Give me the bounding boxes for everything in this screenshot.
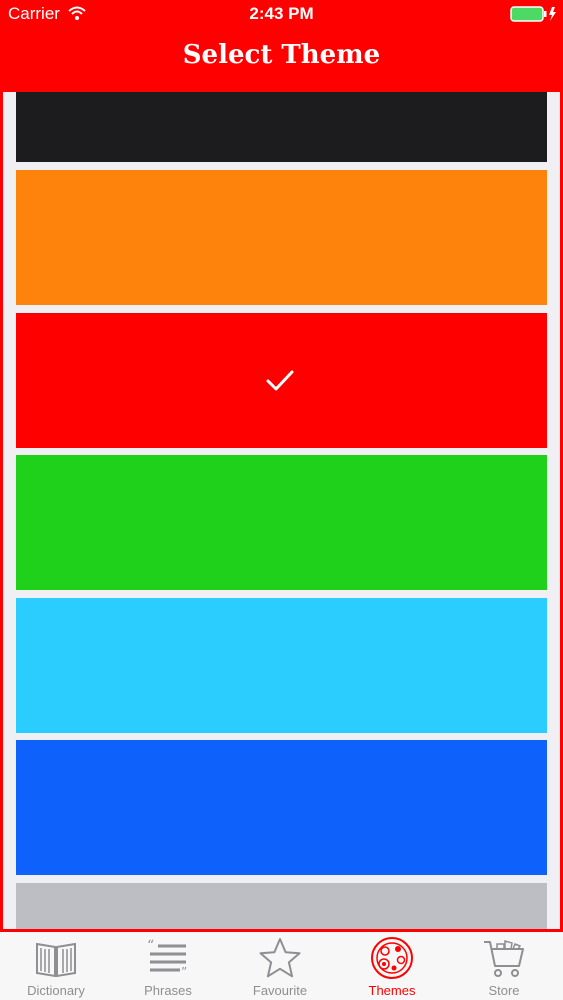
theme-swatch-gray[interactable] bbox=[16, 883, 547, 929]
theme-list[interactable] bbox=[0, 92, 563, 932]
theme-swatch-blue[interactable] bbox=[16, 740, 547, 875]
theme-swatch-green[interactable] bbox=[16, 455, 547, 590]
status-time: 2:43 PM bbox=[249, 4, 314, 23]
cart-icon bbox=[484, 940, 524, 977]
status-bar: Carrier 2:43 PM bbox=[0, 0, 563, 28]
tab-bar: Dictionary “ ” Phrases Favourite Themes bbox=[0, 932, 563, 1000]
book-icon bbox=[36, 942, 76, 978]
svg-text:”: ” bbox=[181, 965, 187, 979]
tab-label-dictionary: Dictionary bbox=[27, 983, 85, 998]
palette-icon bbox=[371, 937, 413, 979]
tab-phrases[interactable]: “ ” Phrases bbox=[112, 932, 224, 1000]
checkmark-icon bbox=[266, 370, 294, 391]
star-icon bbox=[259, 938, 301, 978]
battery-charging-icon bbox=[510, 6, 556, 22]
theme-swatch-black[interactable] bbox=[16, 92, 547, 162]
theme-swatch-red[interactable] bbox=[16, 313, 547, 448]
tab-favourite[interactable]: Favourite bbox=[224, 932, 336, 1000]
theme-swatch-light-blue[interactable] bbox=[16, 598, 547, 733]
tab-label-store: Store bbox=[488, 983, 520, 998]
tab-label-phrases: Phrases bbox=[144, 983, 192, 998]
svg-text:“: “ bbox=[147, 938, 154, 954]
tab-store[interactable]: Store bbox=[448, 932, 560, 1000]
theme-swatch-orange[interactable] bbox=[16, 170, 547, 305]
page-title: Select Theme bbox=[182, 40, 381, 70]
tab-themes[interactable]: Themes bbox=[336, 932, 448, 1000]
quote-lines-icon: “ ” bbox=[147, 938, 187, 979]
tab-dictionary[interactable]: Dictionary bbox=[0, 932, 112, 1000]
tab-label-favourite: Favourite bbox=[252, 983, 308, 998]
tab-label-themes: Themes bbox=[368, 983, 416, 998]
navigation-bar: Select Theme bbox=[0, 28, 563, 92]
